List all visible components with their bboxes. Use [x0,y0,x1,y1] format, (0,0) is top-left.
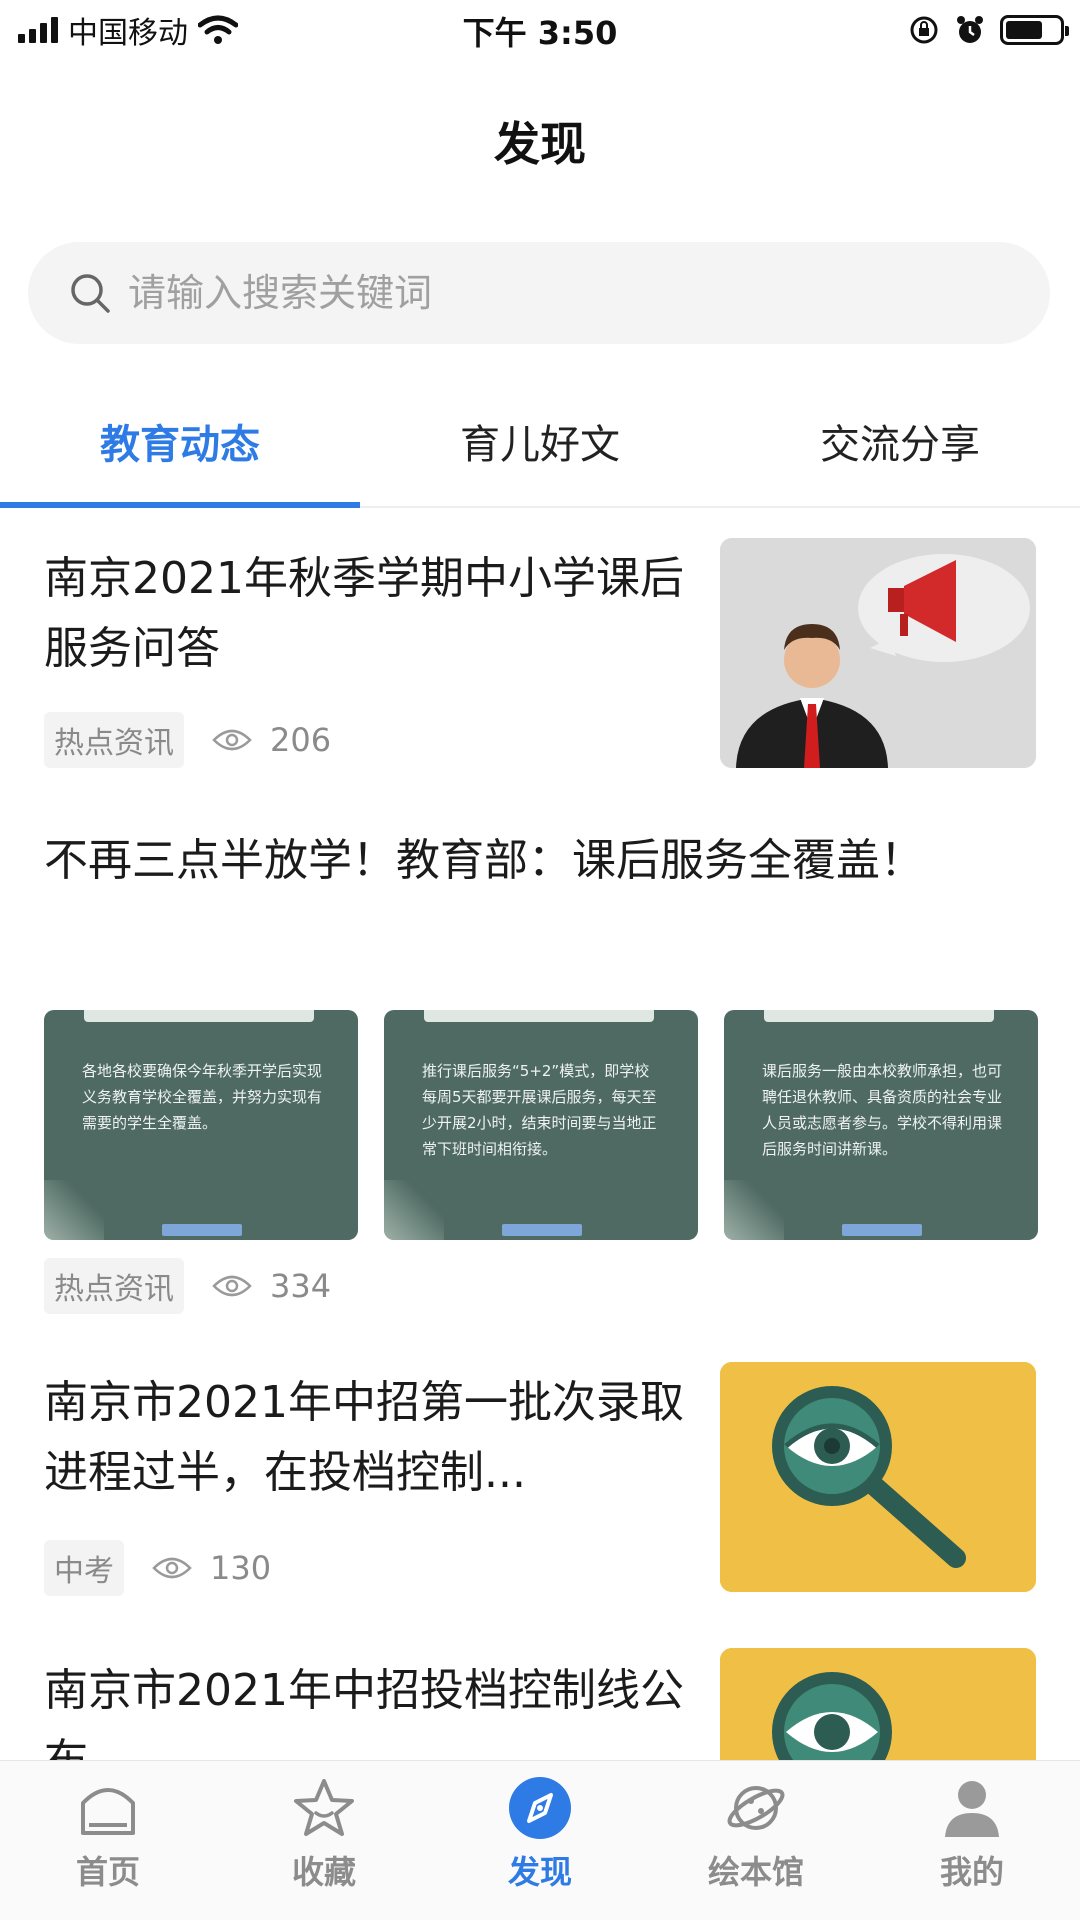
bottom-navigation: 首页 收藏 发现 绘本馆 我的 [0,1760,1080,1920]
search-bar[interactable] [28,242,1050,344]
article-title: 南京市2021年中招投档控制线公布 [44,1665,684,1760]
nav-home[interactable]: 首页 [0,1761,216,1920]
planet-icon [727,1786,785,1830]
tab-education-news[interactable]: 教育动态 [0,398,360,508]
article-item[interactable]: 不再三点半放学！教育部：课后服务全覆盖！ 各地各校要确保今年秋季开学后实现义务教… [0,790,1080,1330]
board-text: 各地各校要确保今年秋季开学后实现义务教育学校全覆盖，并努力实现有需要的学生全覆盖… [82,1062,323,1132]
article-item[interactable]: 南京市2021年中招第一批次录取进程过半，在投档控制... 中考 130 [0,1330,1080,1620]
article-meta: 热点资讯 206 [44,712,332,768]
view-count: 334 [270,1267,332,1305]
article-thumbnail [720,1648,1036,1760]
nav-label: 我的 [939,1853,1004,1891]
article-item[interactable]: 南京2021年秋季学期中小学课后服务问答 热点资讯 206 [0,510,1080,790]
compass-icon [509,1777,571,1839]
view-count: 130 [210,1549,272,1587]
rotation-lock-icon [910,16,938,44]
search-icon [71,274,110,313]
star-icon [294,1779,354,1836]
article-thumbnail [720,1362,1036,1592]
article-image-row: 各地各校要确保今年秋季开学后实现义务教育学校全覆盖，并努力实现有需要的学生全覆盖… [44,1010,1038,1240]
article-tag: 热点资讯 [44,1258,184,1314]
article-thumbnail [720,538,1036,768]
eye-icon [212,1275,252,1297]
article-title: 南京市2021年中招第一批次录取进程过半，在投档控制... [44,1377,684,1498]
magnifier-eye-illustration [720,1648,1036,1760]
nav-label: 首页 [75,1853,140,1891]
nav-label: 发现 [507,1853,572,1891]
article-item[interactable]: 南京市2021年中招投档控制线公布 [0,1620,1080,1760]
article-title: 南京2021年秋季学期中小学课后服务问答 [44,553,684,674]
nav-label: 收藏 [291,1853,356,1891]
article-tag: 热点资讯 [44,712,184,768]
search-input[interactable] [128,271,928,315]
user-icon [945,1781,999,1837]
board-text: 课后服务一般由本校教师承担，也可聘任退休教师、具备资质的社会专业人员或志愿者参与… [762,1062,1003,1158]
battery-icon [1000,15,1069,45]
article-tag: 中考 [44,1540,124,1596]
home-icon [81,1788,135,1835]
article-image: 课后服务一般由本校教师承担，也可聘任退休教师、具备资质的社会专业人员或志愿者参与… [724,1010,1038,1240]
nav-mine[interactable]: 我的 [864,1761,1080,1920]
eye-icon [152,1557,192,1579]
megaphone-speaker-illustration [720,538,1036,768]
article-image: 推行课后服务“5+2”模式，即学校每周5天都要开展课后服务，每天至少开展2小时，… [384,1010,698,1240]
nav-label: 绘本馆 [707,1853,804,1891]
nav-picture-books[interactable]: 绘本馆 [648,1761,864,1920]
category-tabs: 教育动态 育儿好文 交流分享 [0,398,1080,508]
article-meta: 热点资讯 334 [44,1258,332,1314]
article-meta: 中考 130 [44,1540,272,1596]
article-feed[interactable]: 南京2021年秋季学期中小学课后服务问答 热点资讯 206 不再三点半放学！教育… [0,510,1080,1760]
nav-favorites[interactable]: 收藏 [216,1761,432,1920]
eye-icon [212,729,252,751]
magnifier-eye-illustration [720,1362,1036,1592]
nav-discover[interactable]: 发现 [432,1761,648,1920]
tab-parenting-articles[interactable]: 育儿好文 [360,398,720,506]
board-text: 推行课后服务“5+2”模式，即学校每周5天都要开展课后服务，每天至少开展2小时，… [422,1062,657,1158]
view-count: 206 [270,721,332,759]
status-bar: 中国移动 下午 3:50 [0,0,1080,60]
article-title: 不再三点半放学！教育部：课后服务全覆盖！ [44,835,924,886]
alarm-icon [957,16,983,43]
page-title: 发现 [494,117,586,171]
tab-exchange-share[interactable]: 交流分享 [720,398,1080,506]
article-image: 各地各校要确保今年秋季开学后实现义务教育学校全覆盖，并努力实现有需要的学生全覆盖… [44,1010,358,1240]
status-right [908,10,1069,50]
